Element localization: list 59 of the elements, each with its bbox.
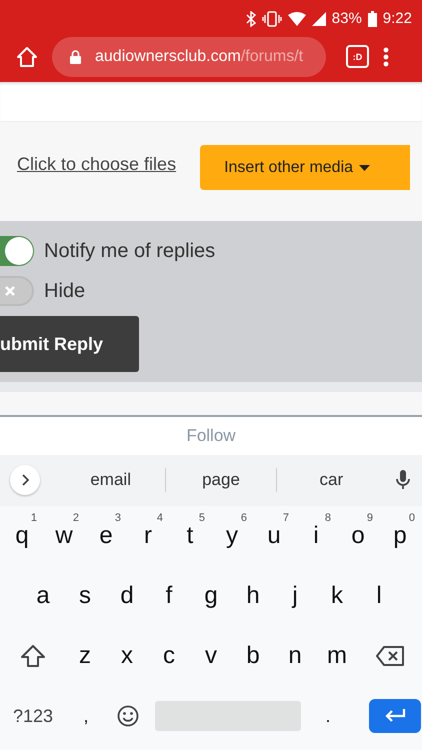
- chevron-icon: [21, 474, 29, 486]
- signal-icon: [312, 12, 326, 26]
- submit-button[interactable]: ubmit Reply: [0, 316, 139, 372]
- letter-key[interactable]: 4 r: [127, 510, 169, 562]
- letter-key[interactable]: h: [232, 570, 274, 622]
- letter-key[interactable]: 0 p: [379, 510, 421, 562]
- letter-key[interactable]: a: [22, 570, 64, 622]
- letter-key[interactable]: .: [307, 690, 349, 742]
- letter-key[interactable]: z: [64, 630, 106, 682]
- home-icon[interactable]: [16, 46, 38, 68]
- option-label: Notify me of replies: [44, 240, 216, 263]
- letter-key[interactable]: 8 i: [295, 510, 337, 562]
- suggestion-word[interactable]: car: [276, 470, 386, 490]
- symbols-key[interactable]: ?123: [1, 690, 65, 742]
- backspace-icon: [376, 646, 404, 666]
- shift-icon: [20, 644, 46, 668]
- choose-files-link[interactable]: Click to choose files: [17, 154, 176, 176]
- letter-key[interactable]: c: [148, 630, 190, 682]
- letter-key[interactable]: x: [106, 630, 148, 682]
- letter-key[interactable]: v: [190, 630, 232, 682]
- letter-key[interactable]: 9 o: [337, 510, 379, 562]
- insert-media-button[interactable]: Insert other media: [200, 145, 410, 190]
- option-label: Hide: [44, 280, 86, 303]
- suggestion-word[interactable]: page: [166, 470, 276, 490]
- address-bar[interactable]: audiownersclub.com/forums/t: [52, 36, 326, 77]
- letter-key[interactable]: d: [106, 570, 148, 622]
- microphone-icon[interactable]: [396, 470, 410, 490]
- letter-key[interactable]: n: [274, 630, 316, 682]
- expand-button[interactable]: [10, 465, 40, 496]
- enter-icon: [384, 709, 406, 723]
- letter-key[interactable]: m: [316, 630, 358, 682]
- lock-icon: [70, 50, 81, 64]
- close-icon: [4, 285, 16, 298]
- letter-key[interactable]: 1 q: [1, 510, 43, 562]
- tab-count-button[interactable]: :D: [346, 45, 369, 68]
- letter-key[interactable]: 5 t: [169, 510, 211, 562]
- clock-time: 9:22: [382, 10, 412, 28]
- letter-key[interactable]: 6 y: [211, 510, 253, 562]
- suggestion-word[interactable]: email: [56, 470, 166, 490]
- letter-key[interactable]: 3 e: [85, 510, 127, 562]
- letter-key[interactable]: s: [64, 570, 106, 622]
- smiley-icon: [117, 705, 139, 727]
- letter-key[interactable]: g: [190, 570, 232, 622]
- letter-key[interactable]: 2 w: [43, 510, 85, 562]
- letter-key[interactable]: 7 u: [253, 510, 295, 562]
- battery-icon: [368, 10, 377, 27]
- battery-percent: 83%: [332, 10, 362, 28]
- vibrate-icon: [262, 10, 282, 27]
- letter-key[interactable]: k: [316, 570, 358, 622]
- enter-key[interactable]: [369, 699, 421, 733]
- menu-icon[interactable]: [383, 46, 389, 67]
- bluetooth-icon: [246, 10, 256, 27]
- caret-icon: [359, 164, 370, 171]
- letter-key[interactable]: ,: [65, 690, 107, 742]
- letter-key[interactable]: j: [274, 570, 316, 622]
- letter-key[interactable]: f: [148, 570, 190, 622]
- letter-key[interactable]: b: [232, 630, 274, 682]
- letter-key[interactable]: l: [358, 570, 400, 622]
- wifi-icon: [288, 12, 306, 26]
